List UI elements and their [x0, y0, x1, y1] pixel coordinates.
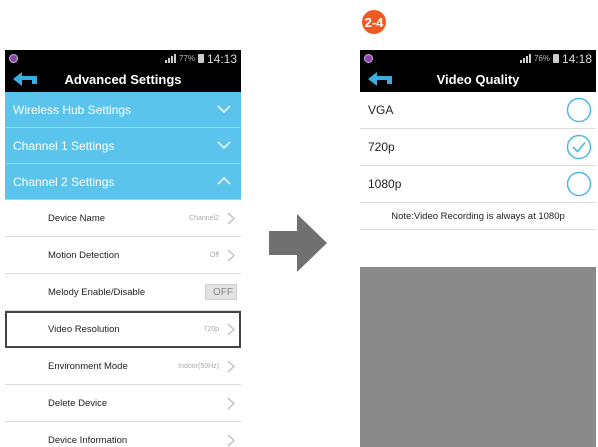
chevron-down-icon [217, 105, 231, 114]
list-item-motion-detection[interactable]: Motion Detection Off [5, 237, 241, 274]
tutorial-figure: 2-4 77% 14:13 Advanced Settings Wireless… [0, 0, 598, 447]
item-value: Off [209, 251, 219, 259]
list-item-device-name[interactable]: Device Name Channel2 [5, 200, 241, 237]
chevron-right-icon [227, 323, 235, 336]
title-bar: Advanced Settings [5, 67, 241, 92]
app-notification-icon [364, 54, 373, 63]
battery-percent: 77% [178, 54, 195, 63]
app-notification-icon [9, 54, 18, 63]
option-label: VGA [368, 103, 394, 117]
back-arrow-icon[interactable] [366, 70, 400, 88]
option-label: 1080p [368, 177, 402, 191]
item-label: Device Information [48, 434, 128, 446]
section-channel-2-settings[interactable]: Channel 2 Settings [5, 164, 241, 200]
status-bar: 77% 14:13 [5, 50, 241, 67]
chevron-right-icon [227, 249, 235, 262]
radio-checked-icon[interactable] [566, 134, 592, 160]
section-label: Channel 2 Settings [13, 174, 115, 189]
chevron-right-icon [227, 434, 235, 447]
battery-percent: 76% [533, 54, 550, 63]
option-1080p[interactable]: 1080p [360, 166, 596, 203]
title-bar: Video Quality [360, 67, 596, 92]
option-720p[interactable]: 720p [360, 129, 596, 166]
battery-icon [197, 54, 204, 63]
option-vga[interactable]: VGA [360, 92, 596, 129]
list-item-video-resolution[interactable]: Video Resolution 720p [5, 311, 241, 348]
item-label: Melody Enable/Disable [48, 286, 146, 298]
chevron-right-icon [227, 397, 235, 410]
option-label: 720p [368, 140, 395, 154]
radio-unchecked-icon[interactable] [566, 171, 592, 197]
signal-icon [164, 54, 176, 63]
list-item-environment-mode[interactable]: Environment Mode Indoor(50Hz) [5, 348, 241, 385]
clock: 14:18 [561, 51, 592, 66]
chevron-right-icon [227, 360, 235, 373]
step-badge: 2-4 [362, 10, 386, 34]
section-wireless-hub-settings[interactable]: Wireless Hub Settings [5, 92, 241, 128]
item-label: Motion Detection [48, 249, 120, 261]
item-label: Device Name [48, 212, 106, 224]
next-step-arrow-icon [269, 214, 327, 272]
clock: 14:13 [206, 51, 237, 66]
advanced-settings-screen: 77% 14:13 Advanced Settings Wireless Hub… [5, 50, 241, 447]
item-label: Environment Mode [48, 360, 128, 372]
status-bar: 76% 14:18 [360, 50, 596, 67]
chevron-down-icon [217, 141, 231, 150]
section-label: Wireless Hub Settings [13, 102, 132, 117]
list-item-melody-toggle: Melody Enable/Disable OFF [5, 274, 241, 311]
chevron-right-icon [227, 212, 235, 225]
back-arrow-icon[interactable] [11, 70, 45, 88]
signal-icon [519, 54, 531, 63]
melody-toggle-switch[interactable]: OFF [205, 284, 237, 300]
item-value: Indoor(50Hz) [178, 362, 219, 370]
item-value: Channel2 [189, 214, 219, 222]
battery-icon [552, 54, 559, 63]
chevron-up-icon [217, 176, 231, 185]
section-label: Channel 1 Settings [13, 138, 115, 153]
section-channel-1-settings[interactable]: Channel 1 Settings [5, 128, 241, 164]
empty-content-area [360, 267, 596, 447]
item-label: Video Resolution [48, 323, 120, 335]
video-quality-screen: 76% 14:18 Video Quality VGA 720p 1080p N… [360, 50, 596, 447]
list-item-delete-device[interactable]: Delete Device [5, 385, 241, 422]
radio-unchecked-icon[interactable] [566, 97, 592, 123]
item-label: Delete Device [48, 397, 108, 409]
list-item-device-information[interactable]: Device Information [5, 422, 241, 447]
item-value: 720p [203, 325, 219, 333]
recording-note: Note:Video Recording is always at 1080p [360, 203, 596, 230]
